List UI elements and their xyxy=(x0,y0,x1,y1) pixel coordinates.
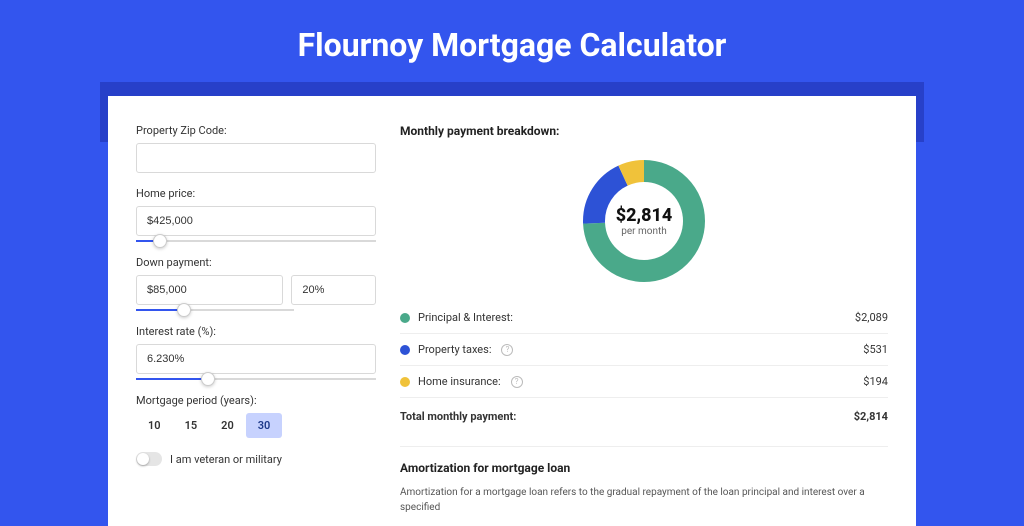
period-option-15[interactable]: 15 xyxy=(173,413,210,438)
donut-center-sub: per month xyxy=(621,226,667,237)
period-label: Mortgage period (years): xyxy=(136,394,376,407)
amortization-section: Amortization for mortgage loan Amortizat… xyxy=(400,446,888,515)
home-price-slider[interactable] xyxy=(136,240,376,242)
period-button-group: 10 15 20 30 xyxy=(136,413,376,438)
legend-row-insurance: Home insurance: ? $194 xyxy=(400,366,888,398)
calculator-card: Property Zip Code: Home price: Down paym… xyxy=(108,96,916,526)
total-label: Total monthly payment: xyxy=(400,410,516,423)
legend-value: $2,089 xyxy=(855,311,888,324)
home-price-input[interactable] xyxy=(136,206,376,236)
zip-input[interactable] xyxy=(136,143,376,173)
legend-label: Principal & Interest: xyxy=(418,311,513,324)
interest-input[interactable] xyxy=(136,344,376,374)
total-value: $2,814 xyxy=(854,410,888,423)
input-column: Property Zip Code: Home price: Down paym… xyxy=(136,124,376,526)
slider-thumb-icon[interactable] xyxy=(201,372,215,386)
info-icon[interactable]: ? xyxy=(501,344,513,356)
zip-field: Property Zip Code: xyxy=(136,124,376,173)
down-payment-slider[interactable] xyxy=(136,309,294,311)
breakdown-title: Monthly payment breakdown: xyxy=(400,124,888,138)
legend-value: $194 xyxy=(863,375,888,388)
legend-row-total: Total monthly payment: $2,814 xyxy=(400,398,888,432)
donut-chart-wrap: $2,814 per month xyxy=(400,148,888,302)
amortization-body: Amortization for a mortgage loan refers … xyxy=(400,485,888,515)
down-payment-field: Down payment: xyxy=(136,256,376,311)
period-option-10[interactable]: 10 xyxy=(136,413,173,438)
home-price-field: Home price: xyxy=(136,187,376,242)
interest-field: Interest rate (%): xyxy=(136,325,376,380)
veteran-label: I am veteran or military xyxy=(170,453,282,466)
donut-center: $2,814 per month xyxy=(579,156,709,286)
legend-label: Home insurance: xyxy=(418,375,501,388)
down-payment-label: Down payment: xyxy=(136,256,376,269)
period-option-20[interactable]: 20 xyxy=(209,413,246,438)
slider-thumb-icon[interactable] xyxy=(177,303,191,317)
donut-center-value: $2,814 xyxy=(616,205,673,226)
down-payment-input[interactable] xyxy=(136,275,283,305)
dot-icon xyxy=(400,377,410,387)
legend-label: Property taxes: xyxy=(418,343,491,356)
interest-slider[interactable] xyxy=(136,378,376,380)
dot-icon xyxy=(400,345,410,355)
home-price-label: Home price: xyxy=(136,187,376,200)
info-icon[interactable]: ? xyxy=(511,376,523,388)
legend-row-taxes: Property taxes: ? $531 xyxy=(400,334,888,366)
legend-row-principal: Principal & Interest: $2,089 xyxy=(400,302,888,334)
amortization-title: Amortization for mortgage loan xyxy=(400,461,888,475)
slider-thumb-icon[interactable] xyxy=(153,234,167,248)
veteran-field: I am veteran or military xyxy=(136,452,376,466)
donut-chart: $2,814 per month xyxy=(579,156,709,286)
period-option-30[interactable]: 30 xyxy=(246,413,283,438)
dot-icon xyxy=(400,313,410,323)
zip-label: Property Zip Code: xyxy=(136,124,376,137)
period-field: Mortgage period (years): 10 15 20 30 xyxy=(136,394,376,438)
interest-label: Interest rate (%): xyxy=(136,325,376,338)
legend-value: $531 xyxy=(863,343,888,356)
breakdown-column: Monthly payment breakdown: $2,814 per mo… xyxy=(400,124,888,526)
down-payment-pct-input[interactable] xyxy=(291,275,376,305)
veteran-toggle[interactable] xyxy=(136,452,162,466)
page-title: Flournoy Mortgage Calculator xyxy=(0,0,1024,82)
